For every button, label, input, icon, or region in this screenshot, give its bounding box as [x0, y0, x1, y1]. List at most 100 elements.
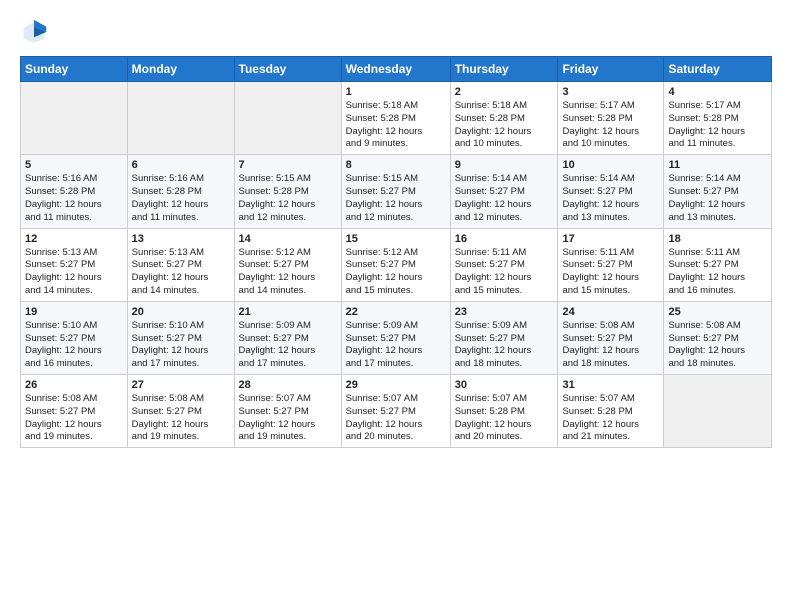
dow-header-friday: Friday — [558, 57, 664, 82]
cell-info: Sunrise: 5:16 AM Sunset: 5:28 PM Dayligh… — [132, 173, 230, 224]
cell-info: Sunrise: 5:14 AM Sunset: 5:27 PM Dayligh… — [668, 173, 767, 224]
calendar-cell: 29 Sunrise: 5:07 AM Sunset: 5:27 PM Dayli… — [341, 375, 450, 448]
cell-info: Sunrise: 5:08 AM Sunset: 5:27 PM Dayligh… — [562, 320, 659, 371]
calendar-cell — [127, 82, 234, 155]
cell-date-number: 14 — [239, 233, 337, 245]
cell-info: Sunrise: 5:18 AM Sunset: 5:28 PM Dayligh… — [346, 100, 446, 151]
cell-date-number: 15 — [346, 233, 446, 245]
cell-date-number: 4 — [668, 86, 767, 98]
logo — [20, 18, 52, 46]
dow-header-monday: Monday — [127, 57, 234, 82]
cell-info: Sunrise: 5:08 AM Sunset: 5:27 PM Dayligh… — [668, 320, 767, 371]
calendar-cell: 9Sunrise: 5:14 AM Sunset: 5:27 PM Daylig… — [450, 155, 558, 228]
cell-info: Sunrise: 5:13 AM Sunset: 5:27 PM Dayligh… — [132, 247, 230, 298]
cell-date-number: 24 — [562, 306, 659, 318]
cell-info: Sunrise: 5:07 AM Sunset: 5:28 PM Dayligh… — [562, 393, 659, 444]
cell-date-number: 19 — [25, 306, 123, 318]
calendar-cell: 16Sunrise: 5:11 AM Sunset: 5:27 PM Dayli… — [450, 228, 558, 301]
dow-header-wednesday: Wednesday — [341, 57, 450, 82]
cell-date-number: 9 — [455, 159, 554, 171]
calendar-cell: 19 Sunrise: 5:10 AM Sunset: 5:27 PM Dayli… — [21, 301, 128, 374]
cell-date-number: 22 — [346, 306, 446, 318]
cell-info: Sunrise: 5:11 AM Sunset: 5:27 PM Dayligh… — [668, 247, 767, 298]
cell-date-number: 2 — [455, 86, 554, 98]
calendar-cell: 24 Sunrise: 5:08 AM Sunset: 5:27 PM Dayli… — [558, 301, 664, 374]
calendar-week-3: 12 Sunrise: 5:13 AM Sunset: 5:27 PM Dayli… — [21, 228, 772, 301]
calendar-cell — [234, 82, 341, 155]
cell-date-number: 13 — [132, 233, 230, 245]
dow-header-thursday: Thursday — [450, 57, 558, 82]
calendar-cell: 12 Sunrise: 5:13 AM Sunset: 5:27 PM Dayli… — [21, 228, 128, 301]
calendar-cell: 30 Sunrise: 5:07 AM Sunset: 5:28 PM Dayli… — [450, 375, 558, 448]
cell-info: Sunrise: 5:07 AM Sunset: 5:28 PM Dayligh… — [455, 393, 554, 444]
calendar-body: 1 Sunrise: 5:18 AM Sunset: 5:28 PM Daylig… — [21, 82, 772, 448]
cell-date-number: 29 — [346, 379, 446, 391]
cell-info: Sunrise: 5:17 AM Sunset: 5:28 PM Dayligh… — [562, 100, 659, 151]
cell-info: Sunrise: 5:09 AM Sunset: 5:27 PM Dayligh… — [346, 320, 446, 371]
calendar-cell: 21 Sunrise: 5:09 AM Sunset: 5:27 PM Dayli… — [234, 301, 341, 374]
calendar-cell — [664, 375, 772, 448]
cell-info: Sunrise: 5:07 AM Sunset: 5:27 PM Dayligh… — [239, 393, 337, 444]
cell-info: Sunrise: 5:10 AM Sunset: 5:27 PM Dayligh… — [132, 320, 230, 371]
cell-date-number: 21 — [239, 306, 337, 318]
cell-date-number: 10 — [562, 159, 659, 171]
calendar-cell — [21, 82, 128, 155]
cell-info: Sunrise: 5:08 AM Sunset: 5:27 PM Dayligh… — [132, 393, 230, 444]
cell-date-number: 7 — [239, 159, 337, 171]
cell-date-number: 3 — [562, 86, 659, 98]
calendar-cell: 3 Sunrise: 5:17 AM Sunset: 5:28 PM Daylig… — [558, 82, 664, 155]
dow-header-tuesday: Tuesday — [234, 57, 341, 82]
calendar-cell: 27Sunrise: 5:08 AM Sunset: 5:27 PM Dayli… — [127, 375, 234, 448]
cell-date-number: 1 — [346, 86, 446, 98]
logo-icon — [20, 18, 48, 46]
calendar-cell: 20 Sunrise: 5:10 AM Sunset: 5:27 PM Dayli… — [127, 301, 234, 374]
cell-info: Sunrise: 5:09 AM Sunset: 5:27 PM Dayligh… — [239, 320, 337, 371]
cell-date-number: 17 — [562, 233, 659, 245]
cell-date-number: 6 — [132, 159, 230, 171]
cell-date-number: 23 — [455, 306, 554, 318]
calendar-cell: 23 Sunrise: 5:09 AM Sunset: 5:27 PM Dayli… — [450, 301, 558, 374]
cell-date-number: 16 — [455, 233, 554, 245]
calendar-cell: 6 Sunrise: 5:16 AM Sunset: 5:28 PM Daylig… — [127, 155, 234, 228]
dow-header-saturday: Saturday — [664, 57, 772, 82]
cell-date-number: 12 — [25, 233, 123, 245]
cell-info: Sunrise: 5:10 AM Sunset: 5:27 PM Dayligh… — [25, 320, 123, 371]
cell-date-number: 25 — [668, 306, 767, 318]
cell-date-number: 5 — [25, 159, 123, 171]
cell-info: Sunrise: 5:08 AM Sunset: 5:27 PM Dayligh… — [25, 393, 123, 444]
calendar-cell: 8Sunrise: 5:15 AM Sunset: 5:27 PM Daylig… — [341, 155, 450, 228]
cell-info: Sunrise: 5:13 AM Sunset: 5:27 PM Dayligh… — [25, 247, 123, 298]
calendar-cell: 25 Sunrise: 5:08 AM Sunset: 5:27 PM Dayli… — [664, 301, 772, 374]
cell-date-number: 30 — [455, 379, 554, 391]
day-of-week-header-row: SundayMondayTuesdayWednesdayThursdayFrid… — [21, 57, 772, 82]
calendar-cell: 13 Sunrise: 5:13 AM Sunset: 5:27 PM Dayli… — [127, 228, 234, 301]
calendar-cell: 5Sunrise: 5:16 AM Sunset: 5:28 PM Daylig… — [21, 155, 128, 228]
cell-date-number: 11 — [668, 159, 767, 171]
calendar-cell: 14Sunrise: 5:12 AM Sunset: 5:27 PM Dayli… — [234, 228, 341, 301]
cell-date-number: 26 — [25, 379, 123, 391]
calendar-cell: 22 Sunrise: 5:09 AM Sunset: 5:27 PM Dayli… — [341, 301, 450, 374]
calendar-cell: 7 Sunrise: 5:15 AM Sunset: 5:28 PM Daylig… — [234, 155, 341, 228]
calendar-week-5: 26 Sunrise: 5:08 AM Sunset: 5:27 PM Dayli… — [21, 375, 772, 448]
calendar-cell: 31 Sunrise: 5:07 AM Sunset: 5:28 PM Dayli… — [558, 375, 664, 448]
calendar-cell: 28 Sunrise: 5:07 AM Sunset: 5:27 PM Dayli… — [234, 375, 341, 448]
calendar-cell: 10 Sunrise: 5:14 AM Sunset: 5:27 PM Dayli… — [558, 155, 664, 228]
cell-date-number: 18 — [668, 233, 767, 245]
calendar-week-4: 19 Sunrise: 5:10 AM Sunset: 5:27 PM Dayli… — [21, 301, 772, 374]
calendar-week-2: 5 Sunrise: 5:16 AM Sunset: 5:28 PM Daylig… — [21, 155, 772, 228]
cell-info: Sunrise: 5:15 AM Sunset: 5:28 PM Dayligh… — [239, 173, 337, 224]
cell-date-number: 28 — [239, 379, 337, 391]
cell-info: Sunrise: 5:15 AM Sunset: 5:27 PM Dayligh… — [346, 173, 446, 224]
cell-info: Sunrise: 5:12 AM Sunset: 5:27 PM Dayligh… — [346, 247, 446, 298]
cell-date-number: 31 — [562, 379, 659, 391]
cell-info: Sunrise: 5:18 AM Sunset: 5:28 PM Dayligh… — [455, 100, 554, 151]
cell-info: Sunrise: 5:14 AM Sunset: 5:27 PM Dayligh… — [562, 173, 659, 224]
calendar-cell: 2 Sunrise: 5:18 AM Sunset: 5:28 PM Daylig… — [450, 82, 558, 155]
cell-info: Sunrise: 5:07 AM Sunset: 5:27 PM Dayligh… — [346, 393, 446, 444]
cell-info: Sunrise: 5:11 AM Sunset: 5:27 PM Dayligh… — [562, 247, 659, 298]
cell-date-number: 20 — [132, 306, 230, 318]
calendar-cell: 4Sunrise: 5:17 AM Sunset: 5:28 PM Daylig… — [664, 82, 772, 155]
cell-info: Sunrise: 5:09 AM Sunset: 5:27 PM Dayligh… — [455, 320, 554, 371]
calendar-cell: 26 Sunrise: 5:08 AM Sunset: 5:27 PM Dayli… — [21, 375, 128, 448]
calendar-week-1: 1 Sunrise: 5:18 AM Sunset: 5:28 PM Daylig… — [21, 82, 772, 155]
